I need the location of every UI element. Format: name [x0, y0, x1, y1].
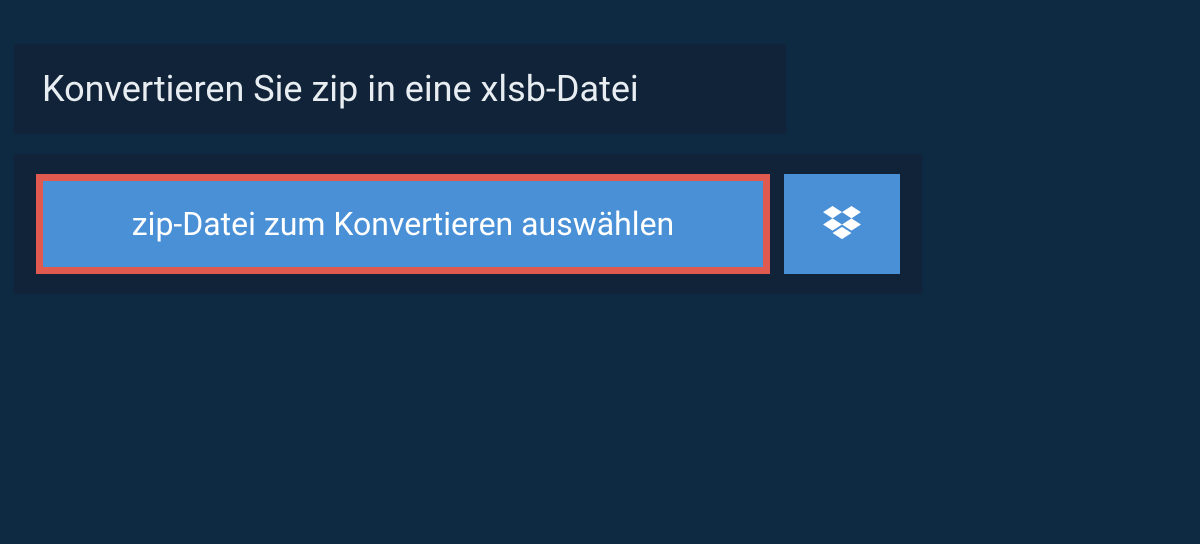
select-file-label: zip-Datei zum Konvertieren auswählen	[132, 205, 674, 243]
dropbox-icon	[823, 206, 861, 242]
dropbox-button[interactable]	[784, 174, 900, 274]
page-title: Konvertieren Sie zip in eine xlsb-Datei	[42, 68, 758, 110]
title-bar: Konvertieren Sie zip in eine xlsb-Datei	[14, 44, 786, 134]
button-panel: zip-Datei zum Konvertieren auswählen	[14, 154, 922, 294]
select-file-button[interactable]: zip-Datei zum Konvertieren auswählen	[36, 174, 770, 274]
